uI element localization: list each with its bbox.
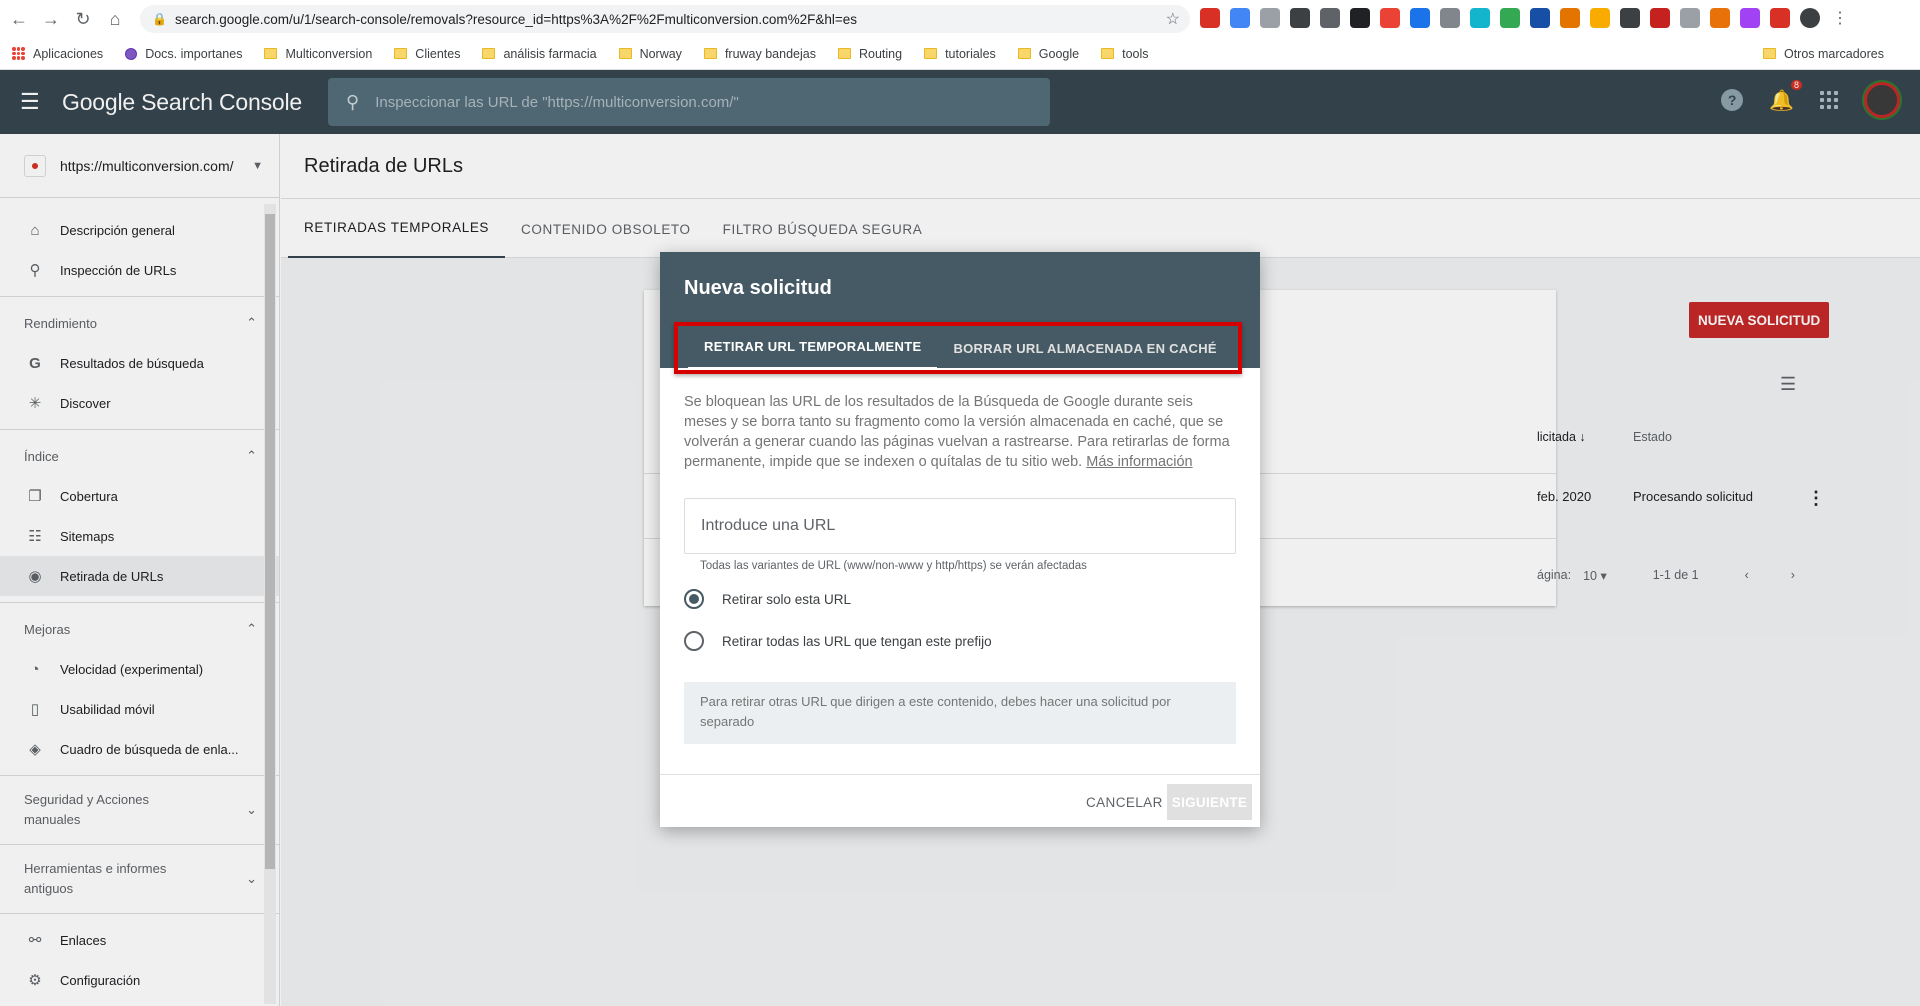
dialog-description: Se bloquean las URL de los resultados de… bbox=[684, 394, 1230, 470]
address-bar[interactable]: 🔒 search.google.com/u/1/search-console/r… bbox=[140, 5, 1190, 33]
extension-icon[interactable] bbox=[1380, 8, 1400, 28]
folder-icon bbox=[837, 48, 851, 59]
extension-icon[interactable] bbox=[1560, 8, 1580, 28]
lock-icon: 🔒 bbox=[152, 12, 167, 26]
menu-icon[interactable]: ⋮ bbox=[1830, 8, 1850, 28]
tab-remove-temporarily[interactable]: RETIRAR URL TEMPORALMENTE bbox=[688, 326, 938, 370]
extension-icon[interactable] bbox=[1440, 8, 1460, 28]
info-note: Para retirar otras URL que dirigen a est… bbox=[684, 682, 1236, 744]
bookmark-item[interactable]: Norway bbox=[618, 47, 682, 61]
bookmark-item[interactable]: Docs. importanes bbox=[125, 47, 242, 61]
extension-icon[interactable] bbox=[1770, 8, 1790, 28]
extension-icon[interactable] bbox=[1260, 8, 1280, 28]
extension-icon[interactable] bbox=[1710, 8, 1730, 28]
url-input-placeholder: Introduce una URL bbox=[701, 517, 836, 534]
bookmark-icon bbox=[125, 47, 138, 60]
option-prefix[interactable]: Retirar todas las URL que tengan este pr… bbox=[684, 620, 1236, 662]
bookmark-item[interactable]: Routing bbox=[837, 47, 902, 61]
tab-clear-cached-url[interactable]: BORRAR URL ALMACENADA EN CACHÉ bbox=[937, 326, 1232, 370]
folder-icon bbox=[482, 48, 496, 59]
extension-icon[interactable] bbox=[1290, 8, 1310, 28]
folder-icon bbox=[618, 48, 632, 59]
dialog-tabs-highlight: RETIRAR URL TEMPORALMENTE BORRAR URL ALM… bbox=[674, 322, 1242, 374]
extensions: ⋮ bbox=[1200, 8, 1850, 28]
extension-icon[interactable] bbox=[1500, 8, 1520, 28]
extension-icon[interactable] bbox=[1740, 8, 1760, 28]
folder-icon bbox=[264, 48, 278, 59]
cancel-button[interactable]: CANCELAR bbox=[1080, 787, 1169, 817]
dialog-title: Nueva solicitud bbox=[684, 277, 832, 299]
extension-icon[interactable] bbox=[1410, 8, 1430, 28]
reload-icon[interactable]: ↻ bbox=[70, 6, 96, 32]
bookmark-item[interactable]: tutoriales bbox=[924, 47, 996, 61]
extension-icon[interactable] bbox=[1650, 8, 1670, 28]
folder-icon bbox=[1017, 48, 1031, 59]
new-request-dialog: Nueva solicitud RETIRAR URL TEMPORALMENT… bbox=[660, 252, 1260, 827]
folder-icon bbox=[703, 48, 717, 59]
apps-icon bbox=[12, 47, 25, 60]
folder-icon bbox=[394, 48, 408, 59]
bookmark-apps[interactable]: Aplicaciones bbox=[12, 47, 103, 61]
back-icon[interactable]: ← bbox=[6, 6, 32, 32]
extension-icon[interactable] bbox=[1590, 8, 1610, 28]
radio-unselected-icon[interactable] bbox=[684, 631, 704, 651]
dialog-header: Nueva solicitud RETIRAR URL TEMPORALMENT… bbox=[660, 252, 1260, 374]
dialog-footer: CANCELAR SIGUIENTE bbox=[660, 774, 1260, 827]
dialog-body: Se bloquean las URL de los resultados de… bbox=[684, 392, 1236, 744]
next-button[interactable]: SIGUIENTE bbox=[1167, 784, 1252, 820]
url-hint: Todas las variantes de URL (www/non-www … bbox=[700, 560, 1087, 572]
bookmark-item[interactable]: análisis farmacia bbox=[482, 47, 597, 61]
bookmark-item[interactable]: tools bbox=[1101, 47, 1149, 61]
radio-selected-icon[interactable] bbox=[684, 589, 704, 609]
extension-icon[interactable] bbox=[1620, 8, 1640, 28]
option-this-url[interactable]: Retirar solo esta URL bbox=[684, 578, 1236, 620]
bookmark-item[interactable]: Clientes bbox=[394, 47, 460, 61]
folder-icon bbox=[924, 48, 938, 59]
extension-icon[interactable] bbox=[1230, 8, 1250, 28]
forward-icon[interactable]: → bbox=[38, 6, 64, 32]
url-text: search.google.com/u/1/search-console/rem… bbox=[174, 11, 858, 27]
profile-icon[interactable] bbox=[1800, 8, 1820, 28]
bookmark-item[interactable]: Multiconversion bbox=[264, 47, 372, 61]
folder-icon bbox=[1101, 48, 1115, 59]
extension-icon[interactable] bbox=[1530, 8, 1550, 28]
bookmark-other[interactable]: Otros marcadores bbox=[1762, 47, 1884, 61]
bookmark-item[interactable]: Google bbox=[1017, 47, 1079, 61]
bookmarks-bar: Aplicaciones Docs. importanes Multiconve… bbox=[0, 38, 1920, 70]
bookmark-item[interactable]: fruway bandejas bbox=[703, 47, 816, 61]
extension-icon[interactable] bbox=[1350, 8, 1370, 28]
extension-icon[interactable] bbox=[1680, 8, 1700, 28]
extension-icon[interactable] bbox=[1320, 8, 1340, 28]
home-icon[interactable]: ⌂ bbox=[102, 6, 128, 32]
url-input[interactable]: Introduce una URL bbox=[684, 498, 1236, 554]
browser-toolbar: ← → ↻ ⌂ 🔒 search.google.com/u/1/search-c… bbox=[0, 0, 1920, 38]
more-info-link[interactable]: Más información bbox=[1086, 454, 1192, 470]
extension-icon[interactable] bbox=[1200, 8, 1220, 28]
star-icon[interactable]: ☆ bbox=[1166, 9, 1180, 29]
folder-icon bbox=[1762, 48, 1776, 59]
extension-icon[interactable] bbox=[1470, 8, 1490, 28]
